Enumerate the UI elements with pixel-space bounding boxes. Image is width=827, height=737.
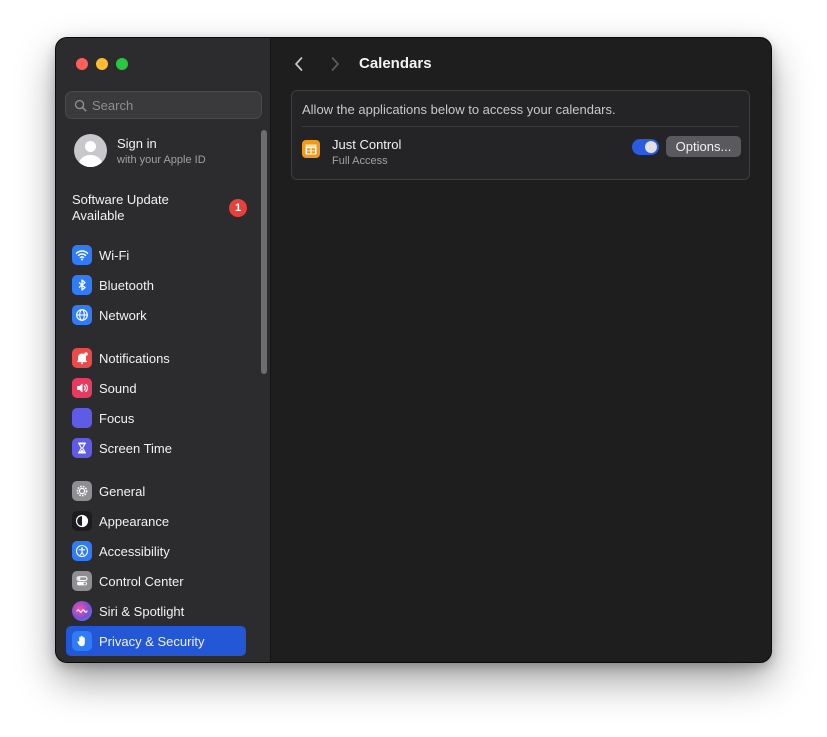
sidebar-item-screen-time[interactable]: Screen Time xyxy=(66,433,246,463)
search-icon xyxy=(74,99,87,111)
sidebar-item-privacy-security[interactable]: Privacy & Security xyxy=(66,626,246,656)
main-content: Calendars Allow the applications below t… xyxy=(271,38,771,662)
back-button[interactable] xyxy=(289,54,309,74)
sidebar-item-appearance[interactable]: Appearance xyxy=(66,506,246,536)
sidebar-item-wifi[interactable]: Wi-Fi xyxy=(66,240,246,270)
sidebar-item-label: Accessibility xyxy=(99,543,170,559)
sidebar-item-label: Wi-Fi xyxy=(99,247,130,263)
sidebar: Sign in with your Apple ID Software Upda… xyxy=(56,38,271,662)
sidebar-item-label: Appearance xyxy=(99,513,170,529)
appearance-icon xyxy=(72,511,92,531)
sidebar-item-label: Sound xyxy=(99,380,137,396)
panel-description: Allow the applications below to access y… xyxy=(302,102,616,117)
switches-icon xyxy=(72,571,92,591)
app-name: Just Control xyxy=(332,137,402,152)
apple-id-signin[interactable]: Sign in with your Apple ID xyxy=(74,134,206,167)
wifi-icon xyxy=(72,245,92,265)
app-access-status: Full Access xyxy=(332,155,388,167)
minimize-window-button[interactable] xyxy=(96,58,108,70)
bell-icon xyxy=(72,348,92,368)
zoom-window-button[interactable] xyxy=(116,58,128,70)
app-list-item: Just Control Full Access xyxy=(302,137,401,167)
sidebar-item-label: Notifications xyxy=(99,350,170,366)
sidebar-item-siri-spotlight[interactable]: Siri & Spotlight xyxy=(66,596,246,626)
sidebar-item-label: Control Center xyxy=(99,573,184,589)
window-controls xyxy=(76,58,128,70)
sidebar-item-control-center[interactable]: Control Center xyxy=(66,566,246,596)
settings-window: Sign in with your Apple ID Software Upda… xyxy=(56,38,771,662)
sidebar-item-label: Bluetooth xyxy=(99,277,154,293)
chevron-right-icon xyxy=(331,57,339,71)
hand-icon xyxy=(72,631,92,651)
sidebar-item-network[interactable]: Network xyxy=(66,300,246,330)
update-count-badge: 1 xyxy=(229,199,247,217)
options-button[interactable]: Options... xyxy=(666,136,741,157)
avatar xyxy=(74,134,107,167)
sidebar-item-label: Screen Time xyxy=(99,440,172,456)
forward-button[interactable] xyxy=(325,54,345,74)
bluetooth-icon xyxy=(72,275,92,295)
sidebar-item-focus[interactable]: Focus xyxy=(66,403,246,433)
hourglass-icon xyxy=(72,438,92,458)
search-input[interactable] xyxy=(92,97,252,113)
sidebar-item-general[interactable]: General xyxy=(66,476,246,506)
sidebar-item-label: Privacy & Security xyxy=(99,633,205,649)
speaker-icon xyxy=(72,378,92,398)
calendar-app-icon xyxy=(302,140,320,158)
signin-subtitle: with your Apple ID xyxy=(117,153,206,166)
chevron-left-icon xyxy=(295,57,303,71)
search-field[interactable] xyxy=(65,91,262,119)
close-window-button[interactable] xyxy=(76,58,88,70)
sidebar-item-label: General xyxy=(99,483,146,499)
gear-icon xyxy=(72,481,92,501)
moon-icon xyxy=(72,408,92,428)
page-title: Calendars xyxy=(359,55,432,72)
sidebar-item-bluetooth[interactable]: Bluetooth xyxy=(66,270,246,300)
app-access-toggle[interactable] xyxy=(632,139,659,155)
panel-divider xyxy=(302,126,739,127)
sidebar-item-label: Network xyxy=(99,307,147,323)
sidebar-scrollbar[interactable] xyxy=(261,130,267,374)
accessibility-icon xyxy=(72,541,92,561)
sidebar-item-label: Siri & Spotlight xyxy=(99,603,185,619)
sidebar-item-sound[interactable]: Sound xyxy=(66,373,246,403)
calendar-access-panel: Allow the applications below to access y… xyxy=(291,90,750,180)
software-update-item[interactable]: Software Update Available 1 xyxy=(72,192,247,224)
globe-icon xyxy=(72,305,92,325)
siri-icon xyxy=(72,601,92,621)
signin-title: Sign in xyxy=(117,135,157,151)
sidebar-item-accessibility[interactable]: Accessibility xyxy=(66,536,246,566)
sidebar-item-notifications[interactable]: Notifications xyxy=(66,343,246,373)
software-update-label: Software Update Available xyxy=(72,192,169,223)
toggle-knob xyxy=(645,141,657,153)
sidebar-item-label: Focus xyxy=(99,410,135,426)
